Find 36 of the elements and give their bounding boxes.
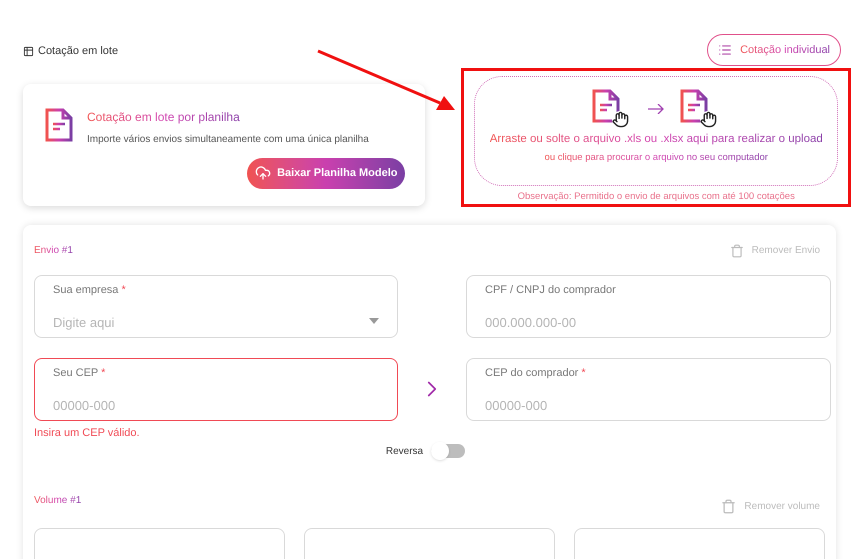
field-placeholder: 00000-000 bbox=[53, 398, 116, 412]
field-label: CEP do comprador * bbox=[485, 366, 587, 381]
arrow-icon bbox=[648, 104, 664, 114]
cloud-upload-icon bbox=[255, 165, 272, 181]
input-field[interactable]: Seu CEP * 00000-000 bbox=[34, 358, 398, 421]
toggle-label: Reversa bbox=[386, 444, 424, 458]
individual-quote-button[interactable]: Cotação individual bbox=[707, 34, 841, 66]
field-placeholder: 00000-000 bbox=[485, 398, 548, 412]
download-button[interactable]: Baixar Planilha Modelo bbox=[247, 158, 406, 188]
input-field[interactable] bbox=[574, 528, 825, 559]
hand-cursor-icon bbox=[700, 111, 718, 128]
hand-cursor-icon bbox=[612, 111, 630, 128]
select-field[interactable]: Sua empresa * Digite aqui bbox=[34, 275, 398, 338]
input-field[interactable] bbox=[304, 528, 555, 559]
trash-icon bbox=[721, 498, 736, 514]
input-field[interactable] bbox=[34, 528, 285, 559]
field-placeholder: 000.000.000-00 bbox=[485, 314, 576, 330]
upload-note: Observação: Permitido o envio de arquivos com até 100 cotações bbox=[518, 190, 795, 204]
document-icon bbox=[680, 89, 708, 123]
list-icon bbox=[718, 43, 732, 57]
field-label: Sua empresa * bbox=[53, 283, 127, 298]
table-icon bbox=[23, 46, 34, 57]
document-icon bbox=[45, 108, 73, 142]
dropdown-caret-icon bbox=[369, 318, 379, 324]
error-message: Insira um CEP válido. bbox=[34, 426, 141, 441]
input-field[interactable]: CPF / CNPJ do comprador 000.000.000-00 bbox=[466, 275, 831, 338]
trash-icon bbox=[730, 244, 744, 258]
document-icon bbox=[592, 89, 620, 123]
field-placeholder: Digite aqui bbox=[53, 314, 114, 330]
field-label: Seu CEP * bbox=[53, 366, 106, 381]
reverse-toggle[interactable] bbox=[431, 444, 466, 458]
field-label: CPF / CNPJ do comprador bbox=[485, 283, 617, 298]
page-title: Cotação em lote bbox=[38, 44, 118, 59]
input-field[interactable]: CEP do comprador * 00000-000 bbox=[466, 358, 831, 421]
upload-dropzone[interactable]: Arraste ou solte o arquivo .xls ou .xlsx aqui para realizar o upload ou clique para procurar o arquivo no seu computador bbox=[474, 76, 838, 186]
card-description: Importe vários envios simultaneamente com uma única planilha bbox=[87, 132, 370, 146]
